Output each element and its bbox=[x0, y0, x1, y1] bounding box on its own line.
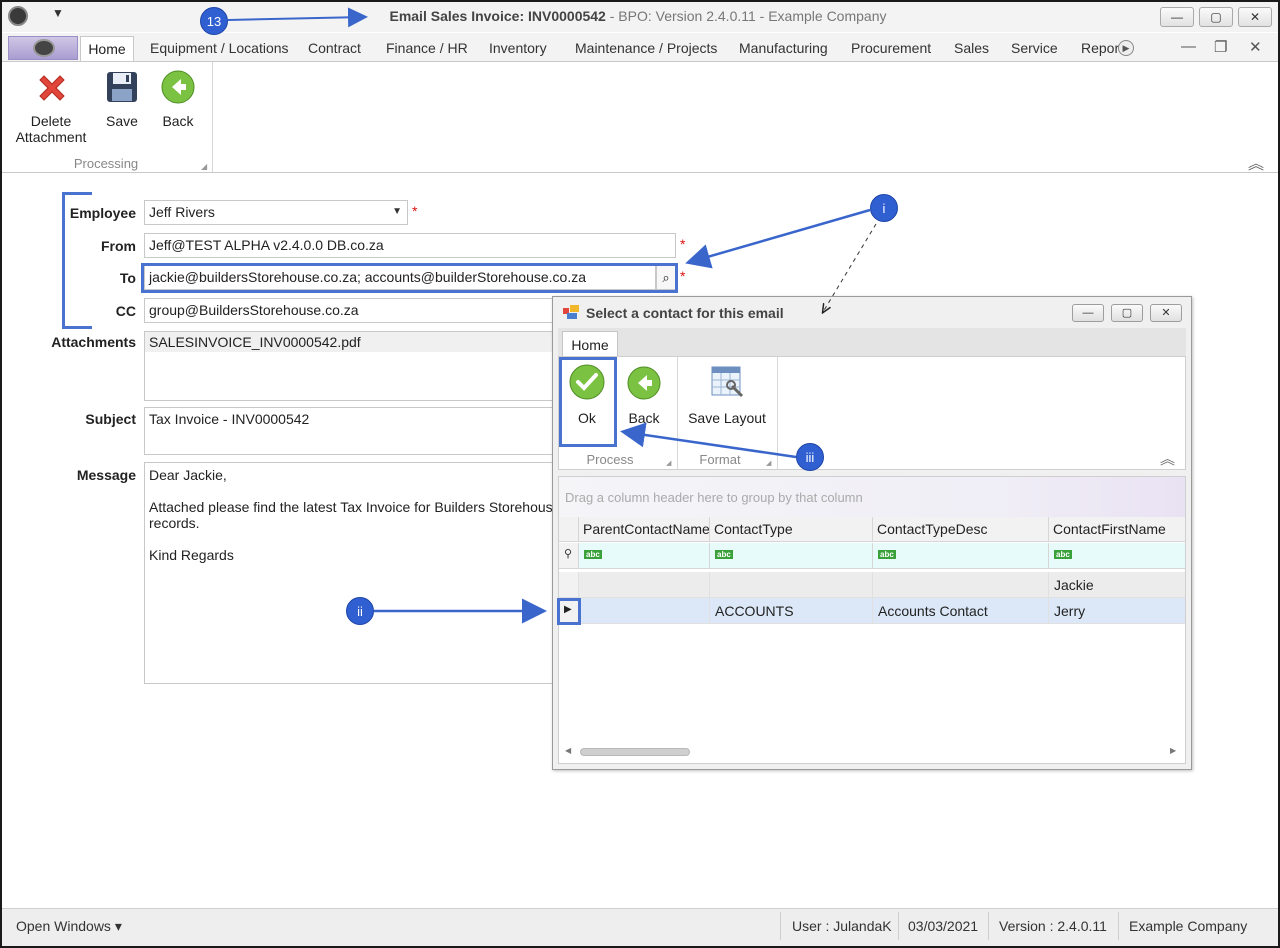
annotation-badge-step: 13 bbox=[200, 7, 228, 35]
annotation-badge-ii: ii bbox=[346, 597, 374, 625]
annotation-arrows bbox=[227, 7, 877, 624]
annotation-badge-iii: iii bbox=[796, 443, 824, 471]
annotation-badge-i: i bbox=[870, 194, 898, 222]
